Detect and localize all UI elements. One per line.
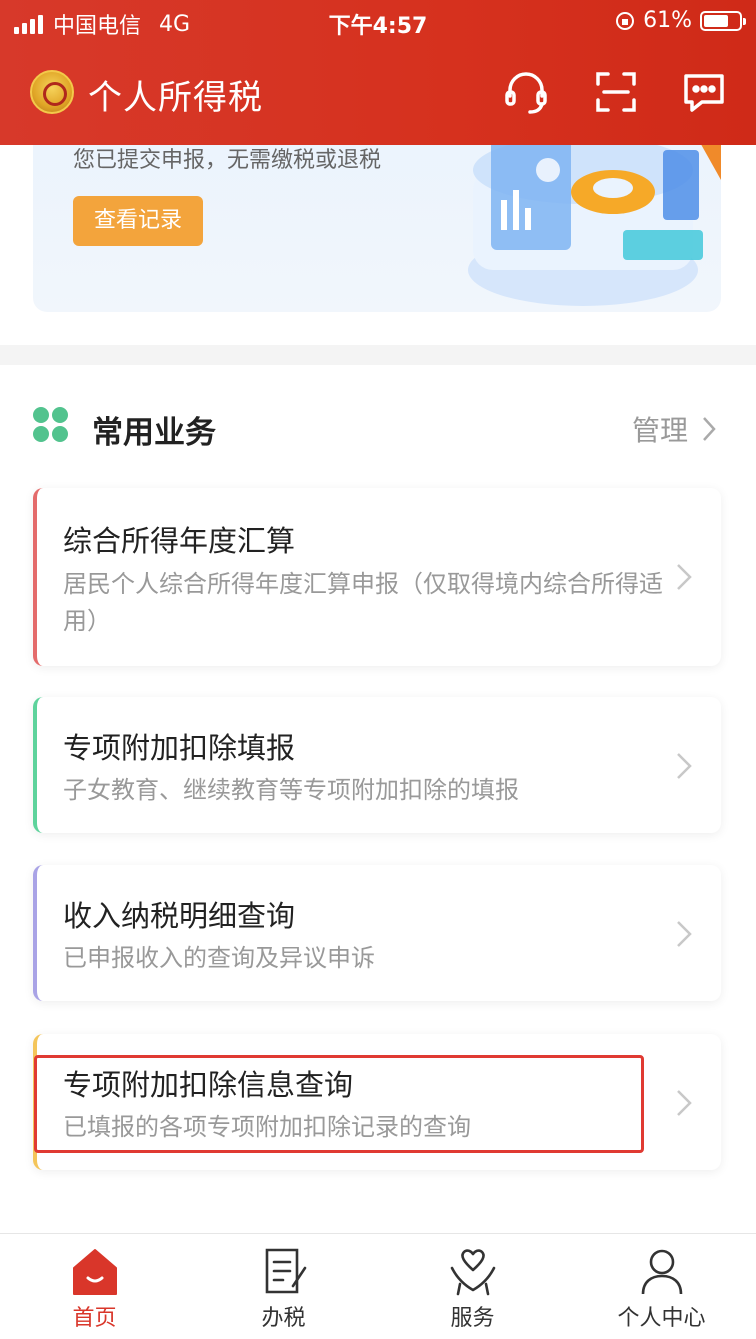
tab-label: 个人中心 — [617, 1306, 706, 1331]
card-title: 专项附加扣除填报 — [63, 731, 296, 765]
battery-icon — [700, 10, 746, 31]
clover-icon — [33, 407, 69, 443]
service-card-annual-settlement[interactable]: 综合所得年度汇算 居民个人综合所得年度汇算申报（仅取得境内综合所得适用） — [33, 488, 721, 666]
service-card-special-deduction-fill[interactable]: 专项附加扣除填报 子女教育、继续教育等专项附加扣除的填报 — [33, 697, 721, 833]
status-bar: 中国电信 4G 下午4:57 61% — [0, 0, 756, 44]
section-title: 常用业务 — [92, 415, 216, 451]
bottom-tab-bar: 首页 办税 服务 个人中心 — [0, 1233, 756, 1339]
card-description: 已申报收入的查询及异议申诉 — [63, 944, 375, 972]
tab-tax[interactable]: 办税 — [189, 1234, 378, 1339]
manage-link[interactable]: 管理 — [632, 409, 716, 449]
card-title: 收入纳税明细查询 — [63, 899, 296, 933]
home-icon — [72, 1249, 117, 1295]
headset-icon[interactable] — [502, 68, 550, 116]
tab-service[interactable]: 服务 — [378, 1234, 567, 1339]
data-illustration — [468, 130, 721, 306]
view-record-button[interactable]: 查看记录 — [73, 196, 203, 246]
chevron-right-icon — [675, 1088, 693, 1118]
tab-label: 办税 — [261, 1306, 306, 1331]
message-icon[interactable] — [680, 68, 728, 116]
chevron-right-icon — [703, 417, 716, 441]
service-card-income-tax-query[interactable]: 收入纳税明细查询 已申报收入的查询及异议申诉 — [33, 865, 721, 1001]
tab-personal-center[interactable]: 个人中心 — [567, 1234, 756, 1339]
chevron-right-icon — [675, 919, 693, 949]
nav-bar: 个人所得税 — [0, 58, 756, 138]
tab-label: 服务 — [450, 1306, 495, 1331]
person-icon — [641, 1249, 682, 1295]
chevron-right-icon — [675, 751, 693, 781]
tab-home[interactable]: 首页 — [0, 1234, 189, 1339]
app-header: 中国电信 4G 下午4:57 61% 个人所得税 — [0, 0, 756, 145]
banner-subtitle: 您已提交申报，无需缴税或退税 — [73, 148, 382, 173]
card-title: 综合所得年度汇算 — [63, 524, 296, 558]
section-header: 常用业务 管理 — [0, 395, 756, 459]
battery-percent: 61% — [643, 8, 692, 33]
app-screen: 您已提交申报，无需缴税或退税 查看记录 中国电信 4G 下午4:57 61% 个… — [0, 0, 756, 1339]
tab-label: 首页 — [72, 1306, 117, 1331]
card-description: 居民个人综合所得年度汇算申报（仅取得境内综合所得适用） — [63, 570, 663, 635]
scan-icon[interactable] — [592, 68, 640, 116]
page-title: 个人所得税 — [88, 78, 263, 118]
card-description: 子女教育、继续教育等专项附加扣除的填报 — [63, 776, 519, 804]
heart-hands-icon — [450, 1249, 495, 1296]
chevron-right-icon — [675, 562, 693, 592]
orientation-lock-icon — [616, 11, 635, 30]
document-icon — [265, 1248, 306, 1294]
section-divider — [0, 345, 756, 365]
tax-emblem-icon — [30, 70, 74, 114]
highlight-annotation-box — [34, 1055, 644, 1153]
manage-label: 管理 — [631, 414, 688, 447]
